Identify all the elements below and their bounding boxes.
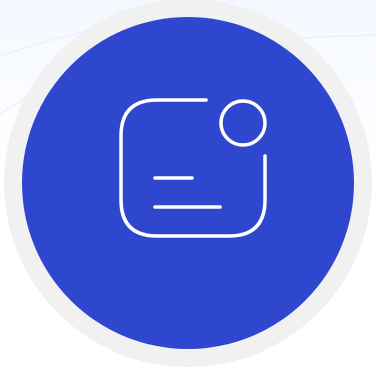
notification-message-icon: [119, 98, 267, 238]
